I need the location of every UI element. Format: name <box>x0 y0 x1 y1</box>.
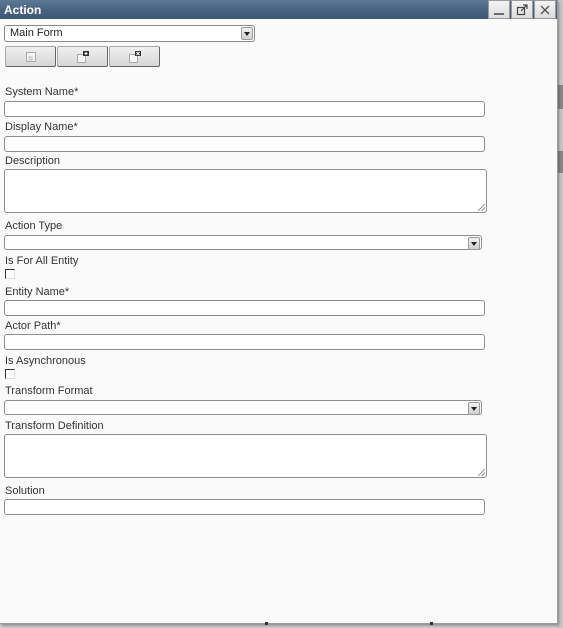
transform-definition-textarea[interactable] <box>4 434 487 478</box>
form-button[interactable] <box>5 46 56 67</box>
description-textarea[interactable] <box>4 169 487 213</box>
actor-path-input[interactable] <box>4 334 485 350</box>
system-name-input[interactable] <box>4 101 485 117</box>
titlebar[interactable]: Action <box>0 0 557 19</box>
minimize-icon <box>494 12 504 15</box>
actor-path-label: Actor Path* <box>5 320 61 332</box>
resize-grip-icon[interactable] <box>478 204 485 211</box>
is-for-all-entity-checkbox[interactable] <box>5 269 15 279</box>
form-selector-value: Main Form <box>10 27 63 39</box>
chevron-down-icon[interactable] <box>468 402 480 415</box>
close-button[interactable] <box>534 0 556 19</box>
chevron-down-icon[interactable] <box>241 27 253 40</box>
display-name-label: Display Name* <box>5 121 78 133</box>
delete-form-icon <box>128 50 141 63</box>
is-asynchronous-label: Is Asynchronous <box>5 355 86 367</box>
dialog-title: Action <box>4 2 42 17</box>
add-form-icon <box>76 50 89 63</box>
chevron-down-icon[interactable] <box>468 237 480 250</box>
resize-handle-marker[interactable] <box>265 622 268 625</box>
is-for-all-entity-label: Is For All Entity <box>5 255 79 267</box>
minimize-button[interactable] <box>488 0 510 19</box>
solution-input[interactable] <box>4 499 485 515</box>
popout-button[interactable] <box>511 0 533 19</box>
display-name-input[interactable] <box>4 136 485 152</box>
form-icon <box>25 51 36 62</box>
popout-icon <box>516 3 528 15</box>
scrollbar-thumb-secondary[interactable] <box>558 151 563 173</box>
entity-name-label: Entity Name* <box>5 286 70 298</box>
action-type-label: Action Type <box>5 220 63 232</box>
action-type-select[interactable] <box>4 235 482 250</box>
close-icon <box>540 5 550 14</box>
entity-name-input[interactable] <box>4 300 485 316</box>
transform-format-label: Transform Format <box>5 385 93 397</box>
window-controls <box>487 0 556 19</box>
resize-grip-icon[interactable] <box>478 469 485 476</box>
system-name-label: System Name* <box>5 86 79 98</box>
transform-definition-label: Transform Definition <box>5 420 104 432</box>
add-form-button[interactable] <box>57 46 108 67</box>
delete-form-button[interactable] <box>109 46 160 67</box>
scrollbar-thumb[interactable] <box>558 85 563 109</box>
resize-handle-marker[interactable] <box>430 622 433 625</box>
description-label: Description <box>5 155 61 167</box>
transform-format-select[interactable] <box>4 400 482 415</box>
is-asynchronous-checkbox[interactable] <box>5 369 15 379</box>
form-toolbar <box>5 46 161 67</box>
solution-label: Solution <box>5 485 45 497</box>
action-dialog: Action Main Form System Name* Display Na… <box>0 0 558 625</box>
form-selector-dropdown[interactable]: Main Form <box>4 25 255 42</box>
